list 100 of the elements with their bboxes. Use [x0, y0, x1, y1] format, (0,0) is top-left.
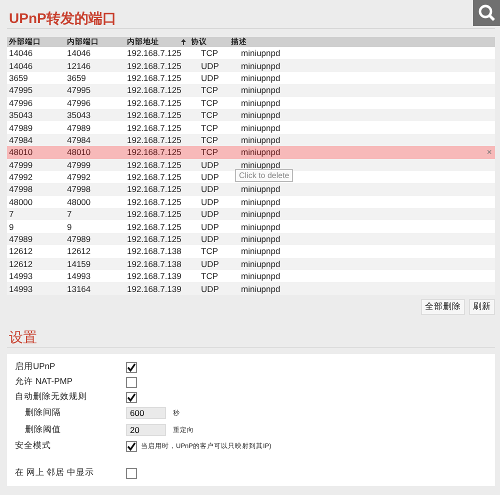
- table-cell-text: miniupnpd: [240, 258, 282, 269]
- table-cell-text: 192.168.7.125: [126, 209, 182, 220]
- table-cell-text: 192.168.7.125: [126, 98, 182, 108]
- table-cell-text: 14046: [66, 48, 92, 58]
- table-cell-text: TCP: [200, 246, 219, 256]
- table-cell-text: miniupnpd: [240, 72, 282, 83]
- table-cell-text: miniupnpd: [240, 122, 282, 133]
- table-cell-text: miniupnpd: [240, 60, 282, 71]
- table-cell-text: 47992: [66, 172, 92, 182]
- table-cell-text: UDP: [200, 160, 220, 170]
- checkbox[interactable]: [126, 376, 137, 388]
- table-cell-text: 192.168.7.125: [126, 110, 182, 120]
- table-cell-text: TCP: [200, 271, 219, 282]
- table-cell-text: 14993: [8, 284, 34, 294]
- table-cell-text: 48000: [8, 196, 34, 207]
- table-cell-text: TCP: [200, 48, 219, 58]
- table-cell-text: UDP: [200, 222, 220, 232]
- table-cell-text: 9: [66, 222, 73, 232]
- table-cell-text: TCP: [200, 98, 219, 108]
- table-cell-text: 47998: [8, 184, 34, 194]
- table-cell-text: 7: [66, 209, 73, 220]
- table-cell-text: miniupnpd: [240, 234, 282, 244]
- table-cell-text: 14993: [8, 271, 34, 282]
- checkbox[interactable]: [126, 362, 137, 373]
- table-cell-text: miniupnpd: [240, 160, 282, 170]
- search-button[interactable]: [473, 0, 500, 26]
- table-cell-text: miniupnpd: [240, 184, 282, 194]
- table-cell-text: 192.168.7.125: [126, 122, 182, 133]
- table-cell-text: 192.168.7.125: [126, 160, 182, 170]
- table-cell-text: 47989: [66, 234, 92, 244]
- table-cell-text: UDP: [200, 234, 220, 244]
- table-cell-text: 192.168.7.138: [126, 258, 182, 269]
- number-field[interactable]: 600: [126, 407, 166, 420]
- table-cell-text: 192.168.7.125: [126, 222, 182, 232]
- table-cell-text: 192.168.7.125: [126, 85, 182, 96]
- checkbox[interactable]: [126, 468, 137, 479]
- table-cell-text: 192.168.7.125: [126, 234, 182, 244]
- table-cell-text: 14993: [66, 271, 92, 282]
- table-cell-text: UDP: [200, 72, 220, 83]
- sort-arrow-icon: [181, 39, 186, 45]
- table-cell-text: UDP: [200, 196, 220, 207]
- setting-label: 允许 NAT-PMP: [15, 376, 74, 388]
- table-cell-text: UDP: [200, 258, 220, 269]
- number-field[interactable]: 20: [126, 424, 166, 436]
- table-cell-text: 192.168.7.125: [126, 60, 182, 71]
- table-cell-text: 13164: [66, 284, 92, 294]
- table-cell-text: 192.168.7.139: [126, 271, 182, 282]
- table-cell-text: miniupnpd: [240, 271, 282, 282]
- table-cell-text: 192.168.7.125: [126, 184, 182, 194]
- action-button[interactable]: 全部删除: [421, 298, 465, 315]
- table-cell-text: 7: [8, 209, 15, 220]
- table-cell-text: 47995: [66, 85, 92, 96]
- setting-label: 自动删除无效规则: [15, 391, 88, 404]
- action-button[interactable]: 刷新: [469, 298, 495, 315]
- table-cell-text: 47996: [8, 98, 34, 108]
- table-cell-text: 47989: [8, 122, 34, 133]
- table-cell-text: 14046: [8, 60, 34, 71]
- table-cell-text: 192.168.7.125: [126, 172, 182, 182]
- setting-label: 删除间隔: [24, 407, 62, 420]
- table-cell-text: miniupnpd: [240, 134, 282, 145]
- table-cell-text: 3659: [66, 72, 87, 83]
- table-cell-text: 47999: [8, 160, 34, 170]
- table-cell-text: UDP: [200, 284, 220, 294]
- table-cell-text: UDP: [200, 184, 220, 194]
- table-cell-text: 14046: [8, 48, 34, 58]
- table-cell-text: miniupnpd: [240, 222, 282, 232]
- table-cell-text: miniupnpd: [240, 246, 282, 256]
- table-cell-text: 9: [8, 222, 15, 232]
- table-cell-text: 192.168.7.139: [126, 284, 182, 294]
- table-cell-text: 35043: [8, 110, 34, 120]
- table-cell-text: 47992: [8, 172, 34, 182]
- checkbox[interactable]: [126, 392, 137, 403]
- table-cell-text: 47989: [8, 234, 34, 244]
- table-cell-text: 192.168.7.125: [126, 72, 182, 83]
- table-cell-text: 12612: [8, 258, 34, 269]
- table-cell-text: TCP: [200, 122, 219, 133]
- table-cell-text: miniupnpd: [240, 196, 282, 207]
- table-cell-text: 47999: [66, 160, 92, 170]
- table-cell-text: 192.168.7.125: [126, 48, 182, 58]
- table-cell-text: UDP: [200, 172, 220, 182]
- setting-label: 启用UPnP: [15, 361, 56, 374]
- section-title: 设置: [7, 326, 495, 348]
- table-cell-text: miniupnpd: [240, 284, 282, 294]
- setting-label: 在 网上 邻居 中显示: [15, 467, 96, 480]
- setting-label: 删除阈值: [24, 424, 62, 436]
- table-cell-text: miniupnpd: [240, 98, 282, 108]
- table-cell-text: 12146: [66, 60, 92, 71]
- table-cell-text: 12612: [66, 246, 92, 256]
- setting-label: 安全模式: [15, 440, 52, 452]
- table-cell-text: 47989: [66, 122, 92, 133]
- table-cell-text: 47984: [66, 134, 92, 145]
- table-cell-text: UDP: [200, 209, 220, 220]
- table-cell-text: UDP: [200, 60, 220, 71]
- table-cell-text: 192.168.7.125: [126, 196, 182, 207]
- table-cell-text: 47996: [66, 98, 92, 108]
- table-cell-text: TCP: [200, 134, 219, 145]
- table-cell-text: 14159: [66, 258, 92, 269]
- table-cell-text: miniupnpd: [240, 48, 282, 58]
- checkbox[interactable]: [126, 440, 137, 452]
- table-cell-text: 3659: [8, 72, 29, 83]
